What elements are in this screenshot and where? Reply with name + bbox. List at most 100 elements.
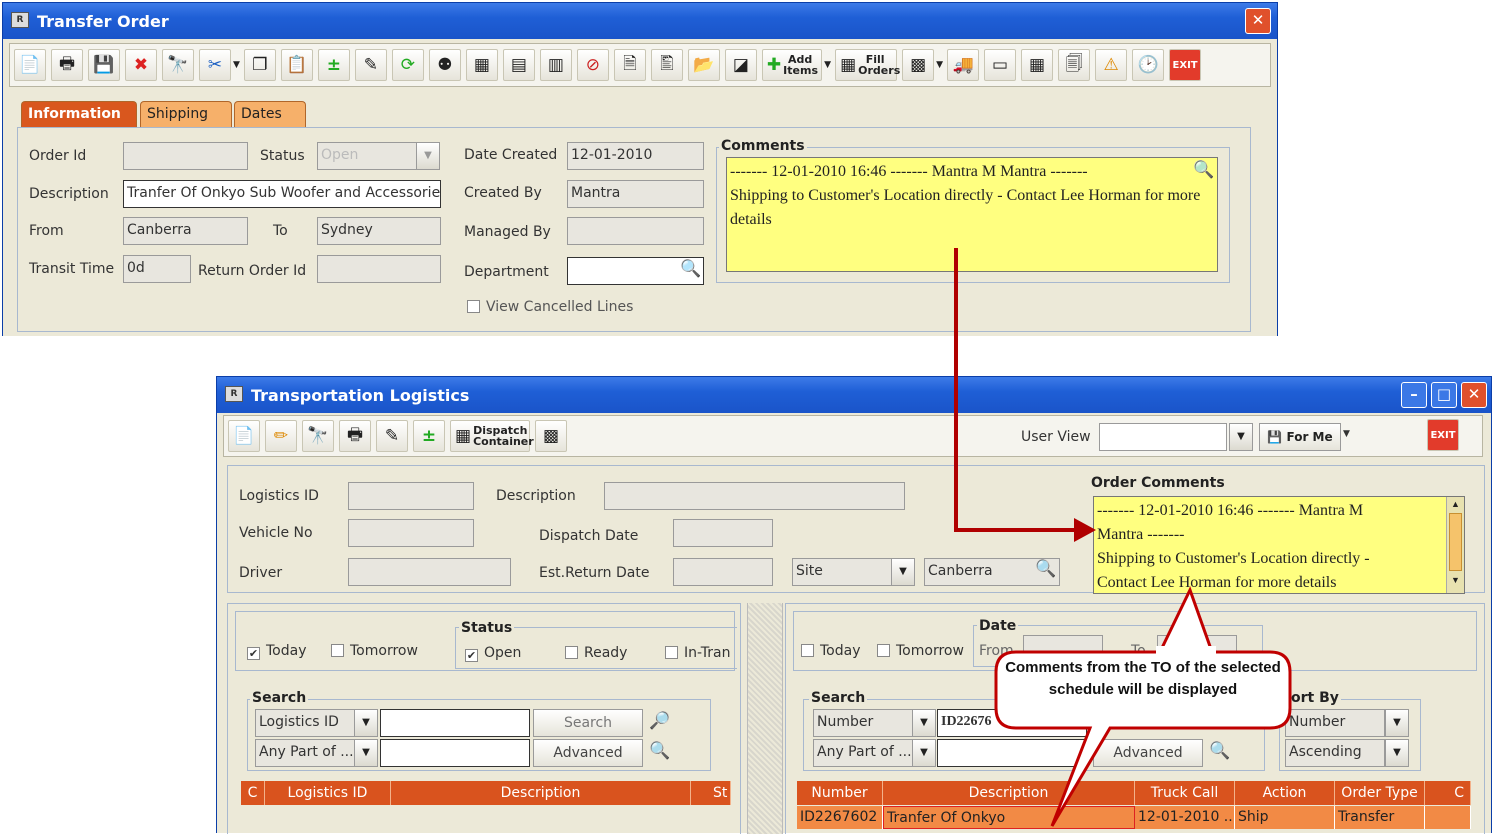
- right-match-dropdown-icon[interactable]: ▼: [912, 739, 936, 767]
- sort-field-select[interactable]: Number: [1285, 709, 1385, 737]
- pick-icon[interactable]: 🖺: [650, 49, 683, 81]
- right-advanced-button[interactable]: Advanced: [1093, 739, 1203, 767]
- checkbox-icon[interactable]: [877, 644, 890, 657]
- grid-icon[interactable]: ▦: [1021, 49, 1054, 81]
- exit-icon[interactable]: EXIT: [1427, 419, 1459, 451]
- status-select[interactable]: Open: [317, 142, 417, 170]
- in-transit-checkbox[interactable]: In-Tran: [665, 645, 730, 661]
- copy-icon[interactable]: ❐: [243, 49, 276, 81]
- delete-icon[interactable]: ✖: [125, 49, 157, 81]
- user-view-dropdown-icon[interactable]: ▼: [1229, 423, 1253, 451]
- exit-icon[interactable]: EXIT: [1169, 49, 1202, 81]
- ready-checkbox[interactable]: Ready: [565, 645, 627, 661]
- save-icon[interactable]: 💾: [88, 49, 120, 81]
- print-icon[interactable]: 🖶: [51, 49, 83, 81]
- edit-icon[interactable]: ✎: [354, 49, 387, 81]
- date-to-field[interactable]: [1157, 635, 1237, 659]
- checkbox-icon[interactable]: [665, 646, 678, 659]
- tab-dates[interactable]: Dates: [234, 101, 306, 128]
- sort-order-dropdown-icon[interactable]: ▼: [1385, 739, 1409, 767]
- right-col-truck-call[interactable]: Truck Call: [1135, 781, 1235, 805]
- add-line-icon[interactable]: ±: [413, 420, 445, 452]
- site-search-icon[interactable]: 🔍: [1035, 559, 1056, 579]
- managed-by-field[interactable]: [567, 217, 704, 245]
- container-icon[interactable]: ▭: [984, 49, 1017, 81]
- return-order-id-field[interactable]: [317, 255, 441, 283]
- print-icon[interactable]: 🖶: [339, 420, 371, 452]
- eraser-icon[interactable]: ◪: [724, 49, 757, 81]
- warning-icon[interactable]: ⚠: [1095, 49, 1128, 81]
- comments-zoom-icon[interactable]: 🔍: [1193, 160, 1214, 180]
- paste-icon[interactable]: 📋: [280, 49, 313, 81]
- site-select[interactable]: Site: [792, 558, 892, 586]
- new-icon[interactable]: 📄: [228, 420, 260, 452]
- left-match-dropdown-icon[interactable]: ▼: [354, 739, 378, 767]
- minimize-button[interactable]: –: [1401, 382, 1427, 408]
- tab-information[interactable]: Information: [21, 101, 137, 128]
- left-col-description[interactable]: Description: [391, 781, 691, 805]
- driver-field[interactable]: [348, 558, 511, 586]
- left-search-input[interactable]: [380, 709, 530, 737]
- misc-icon[interactable]: ▥: [539, 49, 572, 81]
- remove-document-icon[interactable]: 🗎: [613, 49, 646, 81]
- right-today-checkbox[interactable]: Today: [801, 643, 861, 659]
- left-advanced-icon[interactable]: 🔍: [649, 741, 670, 761]
- scroll-down-icon[interactable]: ▼: [1447, 573, 1464, 587]
- logistics-id-field[interactable]: [348, 482, 474, 510]
- right-col-order-type[interactable]: Order Type: [1335, 781, 1425, 805]
- schedule-icon[interactable]: ▩: [535, 420, 568, 452]
- left-search-by-dropdown-icon[interactable]: ▼: [354, 709, 378, 737]
- date-created-field[interactable]: 12-01-2010: [567, 142, 704, 170]
- right-col-description[interactable]: Description: [883, 781, 1135, 805]
- right-col-action[interactable]: Action: [1235, 781, 1335, 805]
- notes-icon[interactable]: ✎: [376, 420, 408, 452]
- folder-icon[interactable]: 📂: [687, 49, 720, 81]
- edit-pencil-icon[interactable]: ✏: [265, 420, 297, 452]
- right-search-by-dropdown-icon[interactable]: ▼: [912, 709, 936, 737]
- view-cancelled-lines-checkbox[interactable]: View Cancelled Lines: [467, 299, 633, 315]
- right-match-select[interactable]: Any Part of ...: [813, 739, 913, 767]
- dispatch-container-button[interactable]: ▦ Dispatch Container: [450, 420, 534, 452]
- fill-orders-button[interactable]: ▦ Fill Orders: [835, 49, 900, 81]
- status-dropdown-icon[interactable]: ▼: [416, 142, 440, 170]
- refresh-icon[interactable]: ⟳: [391, 49, 424, 81]
- maximize-button[interactable]: □: [1431, 382, 1457, 408]
- right-search-input-2[interactable]: [937, 739, 1087, 767]
- add-items-button[interactable]: ✚ Add Items: [761, 49, 823, 81]
- report-icon[interactable]: 🗐: [1058, 49, 1091, 81]
- description-field[interactable]: [604, 482, 905, 510]
- right-tomorrow-checkbox[interactable]: Tomorrow: [877, 643, 964, 659]
- add-line-icon[interactable]: ±: [317, 49, 350, 81]
- scroll-up-icon[interactable]: ▲: [1447, 497, 1464, 511]
- add-items-dropdown-icon[interactable]: ▼: [824, 60, 831, 70]
- left-col-c[interactable]: C: [241, 781, 265, 805]
- left-col-status[interactable]: St: [691, 781, 731, 805]
- cut-dropdown-icon[interactable]: ▼: [233, 60, 240, 70]
- left-search-by-select[interactable]: Logistics ID: [255, 709, 355, 737]
- find-icon[interactable]: 🔭: [162, 49, 194, 81]
- right-search-input[interactable]: ID22676: [937, 709, 1087, 737]
- for-me-button[interactable]: 💾 For Me: [1259, 423, 1341, 451]
- right-col-c[interactable]: C: [1425, 781, 1471, 805]
- schedule-icon[interactable]: ▩: [902, 49, 935, 81]
- cut-icon[interactable]: ✂: [199, 49, 231, 81]
- left-match-select[interactable]: Any Part of ...: [255, 739, 355, 767]
- left-search-lookup-icon[interactable]: 🔎: [649, 711, 670, 731]
- asset-icon[interactable]: ▦: [465, 49, 498, 81]
- for-me-dropdown-icon[interactable]: ▼: [1343, 429, 1350, 439]
- left-col-logistics-id[interactable]: Logistics ID: [265, 781, 391, 805]
- sort-field-dropdown-icon[interactable]: ▼: [1385, 709, 1409, 737]
- description-field[interactable]: Tranfer Of Onkyo Sub Woofer and Accessor…: [123, 180, 441, 208]
- left-search-button[interactable]: Search: [533, 709, 643, 737]
- comments-box[interactable]: ------- 12-01-2010 16:46 ------- Mantra …: [726, 157, 1218, 272]
- tab-shipping[interactable]: Shipping: [140, 101, 232, 128]
- scroll-thumb[interactable]: [1449, 513, 1462, 571]
- clock-icon[interactable]: 🕑: [1132, 49, 1165, 81]
- open-checkbox[interactable]: ✔ Open: [465, 645, 521, 662]
- order-id-field[interactable]: [123, 142, 248, 170]
- find-icon[interactable]: 🔭: [302, 420, 334, 452]
- comments-scrollbar[interactable]: ▲ ▼: [1446, 497, 1464, 593]
- date-from-field[interactable]: [1023, 635, 1103, 659]
- right-col-number[interactable]: Number: [797, 781, 883, 805]
- left-tomorrow-checkbox[interactable]: Tomorrow: [331, 643, 418, 659]
